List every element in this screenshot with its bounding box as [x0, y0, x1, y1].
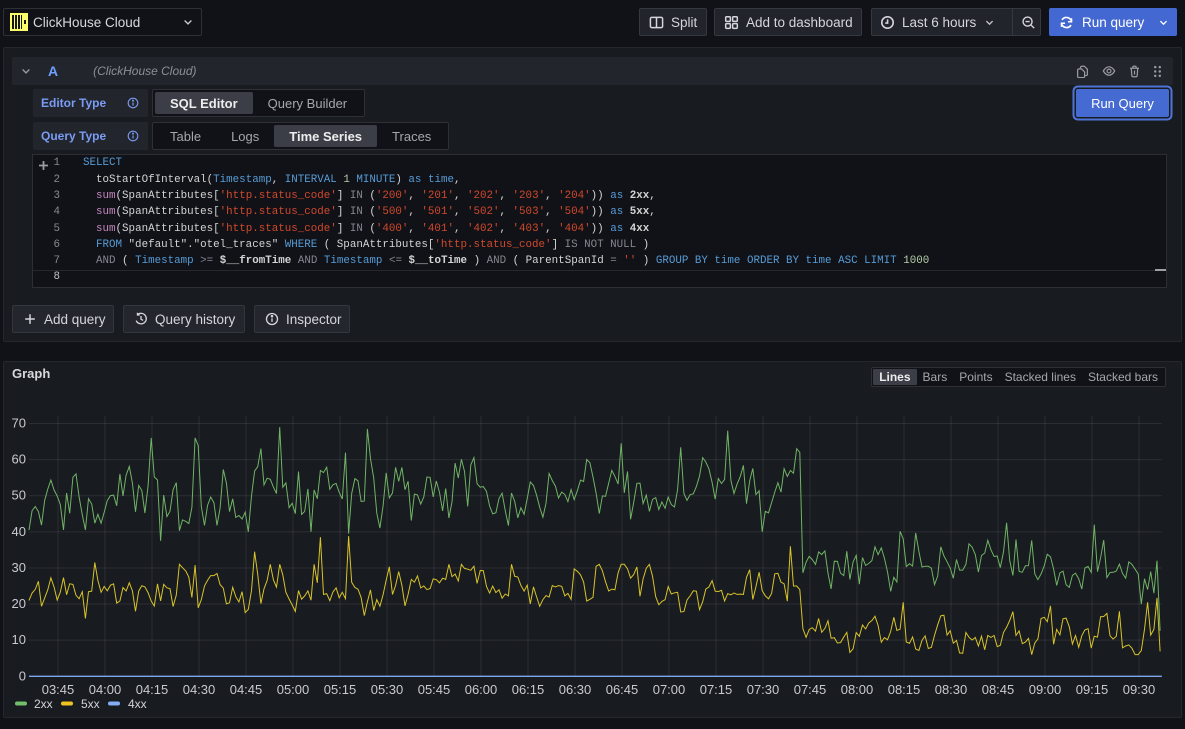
svg-text:08:15: 08:15 — [888, 682, 921, 697]
svg-text:08:30: 08:30 — [935, 682, 968, 697]
svg-text:10: 10 — [12, 632, 26, 647]
svg-text:04:30: 04:30 — [183, 682, 216, 697]
svg-text:20: 20 — [12, 596, 26, 611]
svg-text:07:00: 07:00 — [653, 682, 686, 697]
svg-text:06:00: 06:00 — [465, 682, 498, 697]
svg-text:60: 60 — [12, 452, 26, 467]
svg-text:07:15: 07:15 — [700, 682, 733, 697]
svg-text:06:15: 06:15 — [512, 682, 545, 697]
svg-text:04:00: 04:00 — [89, 682, 122, 697]
svg-text:05:15: 05:15 — [324, 682, 357, 697]
svg-text:08:00: 08:00 — [841, 682, 874, 697]
svg-text:04:15: 04:15 — [136, 682, 169, 697]
svg-text:03:45: 03:45 — [42, 682, 75, 697]
svg-text:5xx: 5xx — [81, 697, 100, 711]
svg-text:04:45: 04:45 — [230, 682, 263, 697]
svg-text:50: 50 — [12, 488, 26, 503]
svg-text:09:00: 09:00 — [1029, 682, 1062, 697]
svg-text:06:30: 06:30 — [559, 682, 592, 697]
svg-text:09:15: 09:15 — [1076, 682, 1109, 697]
svg-text:09:30: 09:30 — [1123, 682, 1156, 697]
svg-text:70: 70 — [12, 415, 26, 430]
svg-text:08:45: 08:45 — [982, 682, 1015, 697]
svg-text:05:30: 05:30 — [371, 682, 404, 697]
svg-text:07:30: 07:30 — [747, 682, 780, 697]
svg-text:06:45: 06:45 — [606, 682, 639, 697]
svg-text:30: 30 — [12, 560, 26, 575]
svg-text:4xx: 4xx — [128, 697, 147, 711]
svg-text:05:45: 05:45 — [418, 682, 451, 697]
svg-text:0: 0 — [19, 668, 26, 683]
svg-text:07:45: 07:45 — [794, 682, 827, 697]
svg-text:40: 40 — [12, 524, 26, 539]
svg-text:05:00: 05:00 — [277, 682, 310, 697]
svg-text:2xx: 2xx — [34, 697, 53, 711]
